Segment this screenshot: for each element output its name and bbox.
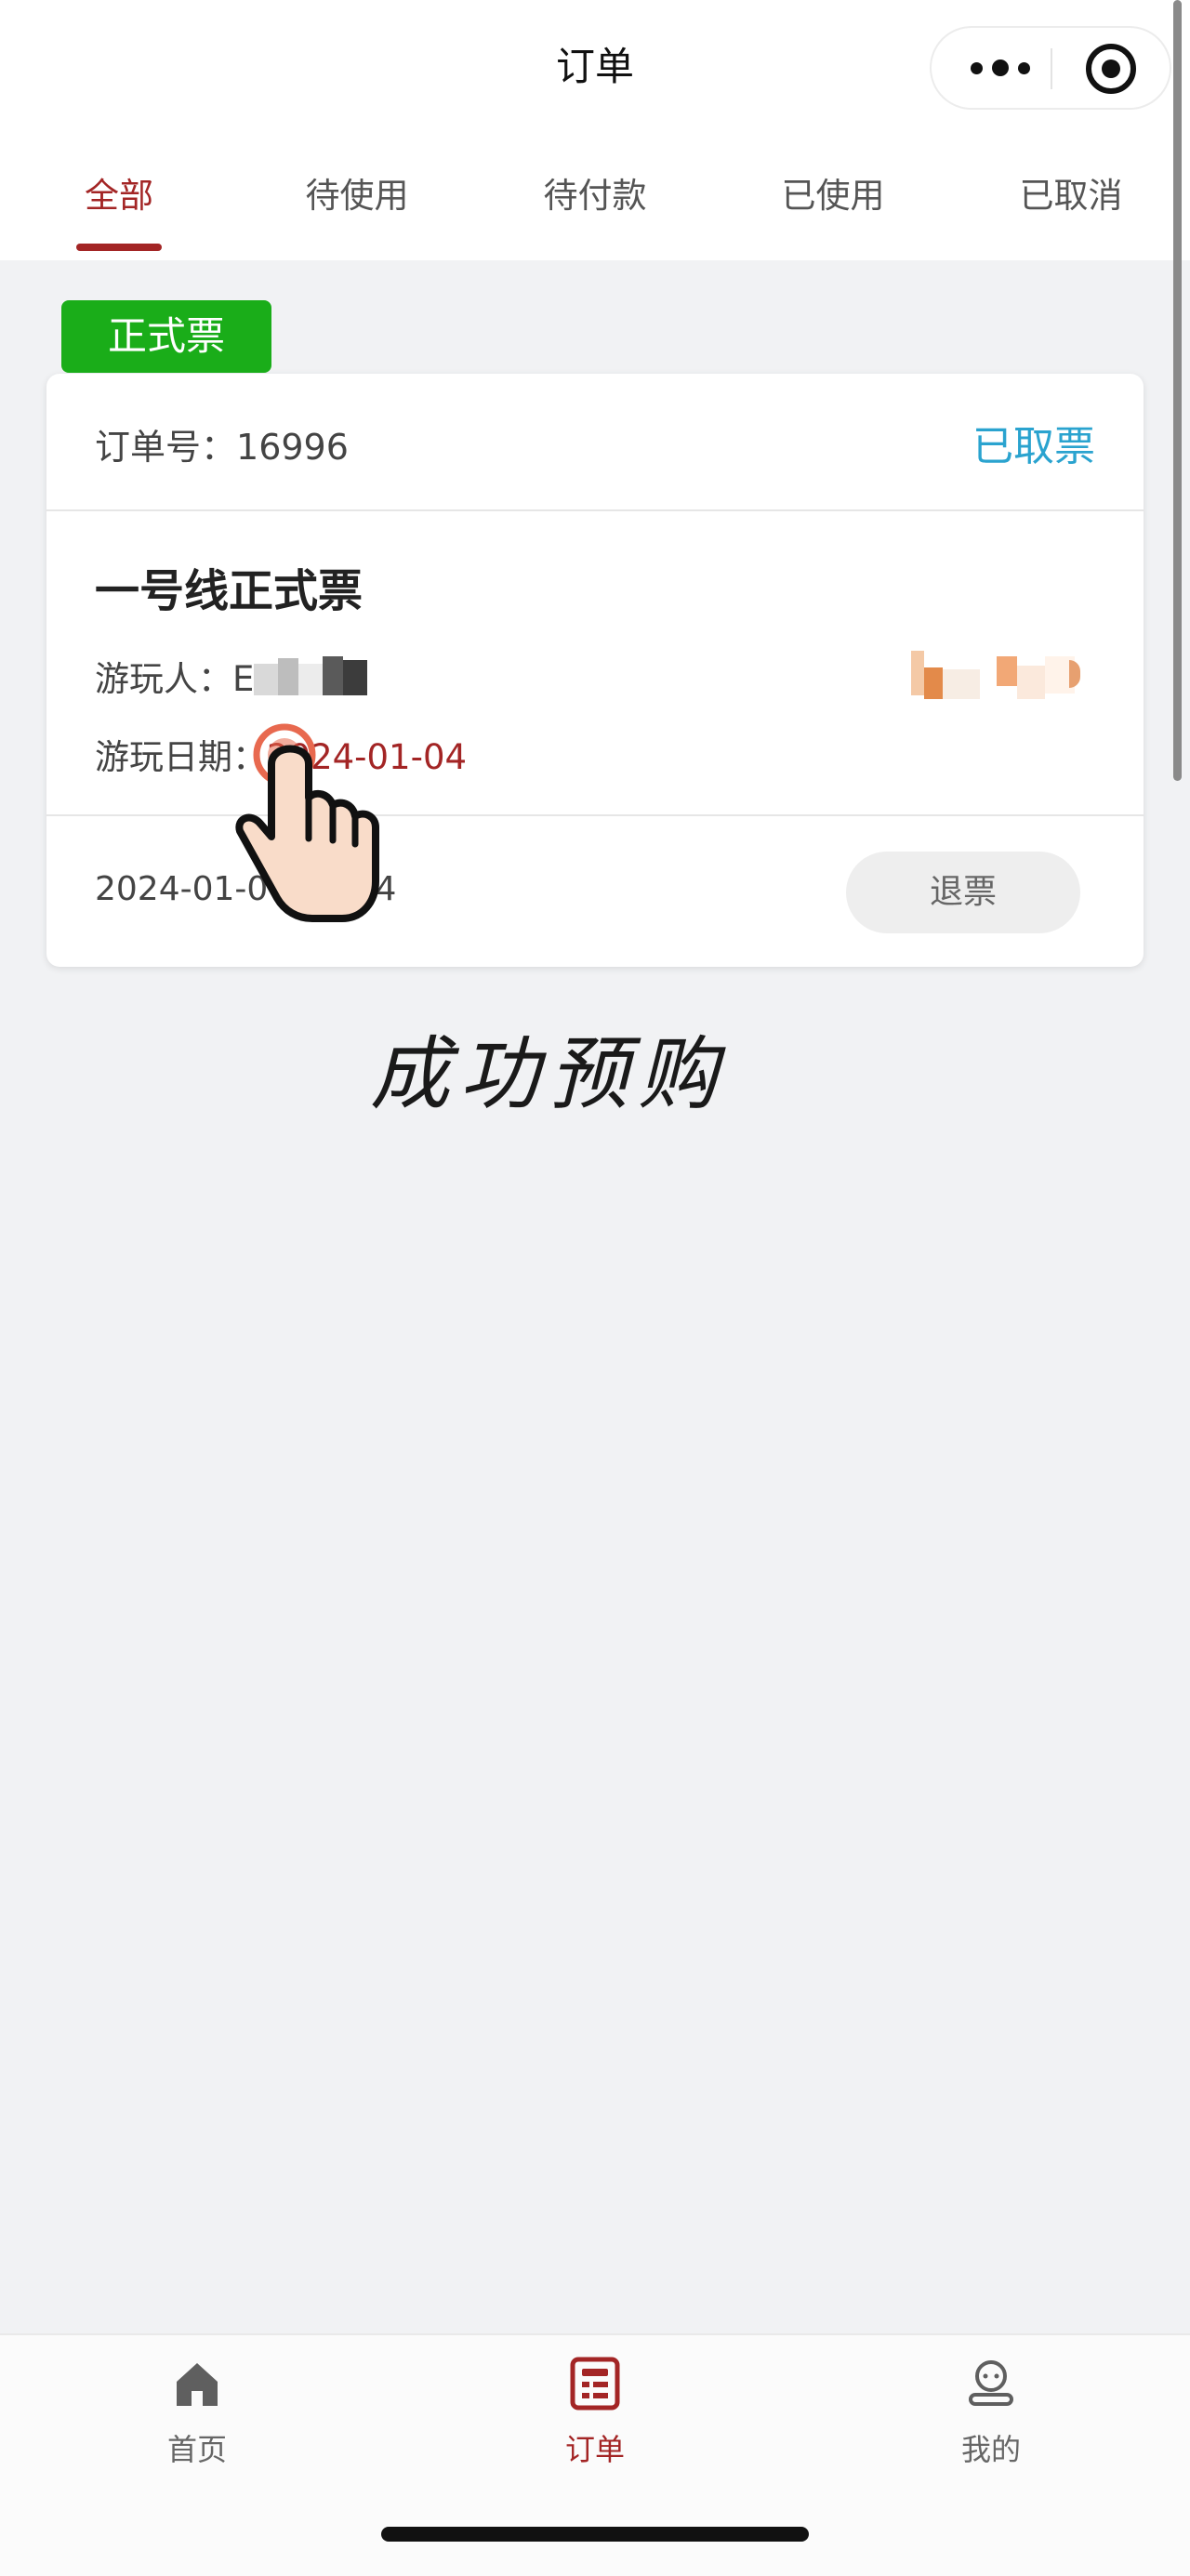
order-icon [570, 2357, 620, 2411]
refund-button[interactable]: 退票 [846, 852, 1080, 933]
home-icon [177, 2363, 218, 2406]
bottom-tab-profile[interactable]: 我的 [898, 2356, 1084, 2469]
visitor-name: E [232, 659, 255, 699]
more-icon[interactable] [963, 28, 1038, 108]
bottom-tab-profile-label: 我的 [960, 2432, 1021, 2467]
bottom-tab-orders-label: 订单 [564, 2432, 625, 2467]
ticket-name: 一号线正式票 [95, 565, 364, 617]
tab-used[interactable]: 已使用 [714, 167, 952, 218]
order-card-header: 订单号：16996 已取票 [46, 374, 1144, 511]
order-number-label: 订单号： [95, 427, 237, 468]
visitor-label: 游玩人： [95, 659, 232, 699]
top-bar: 订单 全部 待使用 待付款 已使用 已取消 [0, 0, 1190, 260]
pointing-hand-icon [235, 723, 379, 922]
order-card-body: 一号线正式票 游玩人：E 游玩日期：2024-01-04 [46, 511, 1144, 816]
capsule-divider [1051, 48, 1052, 89]
tab-to-use[interactable]: 待使用 [238, 167, 476, 218]
order-number-value: 16996 [236, 427, 349, 468]
ticket-type-badge: 正式票 [61, 300, 271, 373]
privacy-mosaic-right [911, 651, 1097, 707]
miniprogram-capsule [930, 26, 1171, 110]
scrollbar[interactable] [1173, 0, 1182, 781]
bottom-tab-orders[interactable]: 订单 [502, 2356, 688, 2469]
visitor-row: 游玩人：E [95, 651, 375, 703]
bottom-tab-home[interactable]: 首页 [104, 2356, 290, 2469]
order-number: 订单号：16996 [95, 418, 349, 469]
order-card-footer: 2024-01-0 3:14 退票 [46, 816, 1144, 965]
tab-cancelled[interactable]: 已取消 [952, 167, 1190, 218]
order-card[interactable]: 订单号：16996 已取票 一号线正式票 游玩人：E 游玩日期：2024-01-… [46, 374, 1144, 967]
bottom-tab-home-label: 首页 [166, 2432, 227, 2467]
home-indicator[interactable] [381, 2527, 809, 2542]
order-status: 已取票 [972, 423, 1095, 470]
overlay-caption: 成功预购 [370, 1028, 727, 1121]
order-tabs: 全部 待使用 待付款 已使用 已取消 [0, 167, 1190, 260]
active-tab-indicator [76, 244, 162, 251]
privacy-mosaic [254, 655, 375, 699]
tab-all[interactable]: 全部 [0, 167, 238, 218]
profile-icon [969, 2360, 1013, 2406]
close-miniprogram-icon[interactable] [1085, 43, 1137, 95]
tab-to-pay[interactable]: 待付款 [476, 167, 714, 218]
